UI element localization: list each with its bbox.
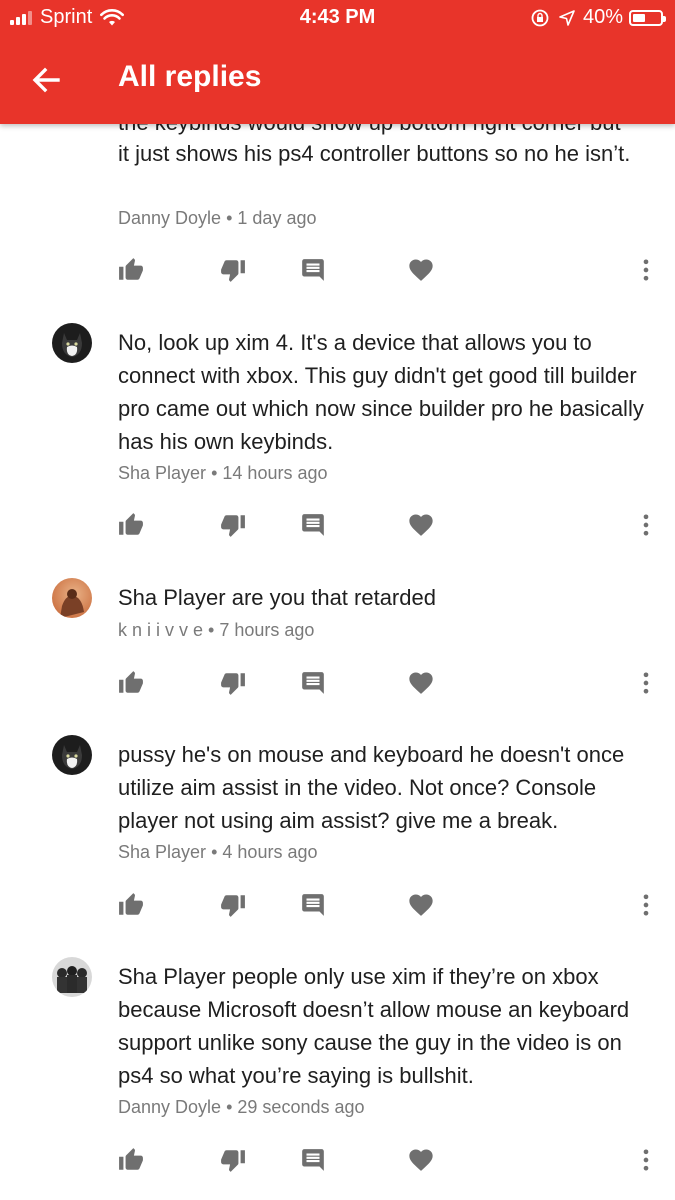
- reply-meta: k n i i v v e • 7 hours ago: [118, 620, 314, 641]
- reply-icon: [302, 672, 324, 694]
- thumb-up-icon: [119, 258, 143, 280]
- reply-button[interactable]: [298, 890, 328, 920]
- avatar[interactable]: [52, 735, 92, 775]
- like-button[interactable]: [116, 510, 146, 540]
- like-button[interactable]: [116, 1145, 146, 1175]
- reply-actions: [0, 668, 675, 698]
- reply-icon: [302, 259, 324, 281]
- reply-text: No, look up xim 4. It's a device that al…: [118, 330, 644, 454]
- more-options-button[interactable]: [631, 1145, 661, 1175]
- reply-button[interactable]: [298, 510, 328, 540]
- reply-time: 29 seconds ago: [237, 1097, 365, 1117]
- meta-separator: •: [226, 1097, 233, 1117]
- back-arrow-icon: [32, 67, 60, 93]
- reply-text: pussy he's on mouse and keyboard he does…: [118, 742, 625, 833]
- more-options-button[interactable]: [631, 510, 661, 540]
- meta-separator: •: [226, 208, 233, 228]
- more-options-button[interactable]: [631, 668, 661, 698]
- thumb-up-icon: [119, 671, 143, 693]
- reply-actions: [0, 510, 675, 540]
- reply-author[interactable]: Danny Doyle: [118, 208, 221, 228]
- avatar[interactable]: [52, 323, 92, 363]
- reply-time: 1 day ago: [237, 208, 317, 228]
- thumb-up-icon: [119, 1148, 143, 1170]
- reply-button[interactable]: [298, 668, 328, 698]
- reply-button[interactable]: [298, 255, 328, 285]
- reply-icon: [302, 1149, 324, 1171]
- thumb-up-icon: [119, 893, 143, 915]
- reply-button[interactable]: [298, 1145, 328, 1175]
- reply-time: 14 hours ago: [222, 463, 328, 483]
- reply-author[interactable]: Sha Player: [118, 463, 206, 483]
- like-button[interactable]: [116, 255, 146, 285]
- dislike-button[interactable]: [218, 668, 248, 698]
- back-button[interactable]: [26, 60, 66, 100]
- reply-time: 4 hours ago: [222, 842, 318, 862]
- reply-meta: Danny Doyle • 1 day ago: [118, 208, 316, 229]
- battery-percent: 40%: [582, 6, 623, 28]
- reply-actions: [0, 890, 675, 920]
- meta-separator: •: [211, 842, 218, 862]
- battery-icon: [629, 9, 666, 26]
- reply-actions: [0, 255, 675, 285]
- reply-author[interactable]: k n i i v v e: [118, 620, 203, 640]
- like-button[interactable]: [116, 890, 146, 920]
- reply-time: 7 hours ago: [219, 620, 315, 640]
- reply-author[interactable]: Danny Doyle: [118, 1097, 221, 1117]
- more-vert-icon: [643, 894, 649, 916]
- more-options-button[interactable]: [631, 255, 661, 285]
- dislike-button[interactable]: [218, 255, 248, 285]
- reply-text: it just shows his ps4 controller buttons…: [118, 141, 631, 166]
- heart-icon: [409, 672, 433, 694]
- reply-actions: [0, 1145, 675, 1175]
- status-bar: Sprint 4:43 PM 40%: [0, 0, 675, 36]
- heart-icon: [409, 514, 433, 536]
- rotation-lock-icon: [531, 9, 549, 26]
- more-vert-icon: [643, 259, 649, 281]
- thumb-up-icon: [119, 513, 143, 535]
- dislike-button[interactable]: [218, 890, 248, 920]
- page-title: All replies: [118, 60, 262, 93]
- thumb-down-icon: [221, 260, 245, 282]
- heart-button[interactable]: [406, 890, 436, 920]
- thumb-down-icon: [221, 1150, 245, 1172]
- more-vert-icon: [643, 1149, 649, 1171]
- dislike-button[interactable]: [218, 1145, 248, 1175]
- more-vert-icon: [643, 672, 649, 694]
- meta-separator: •: [208, 620, 215, 640]
- heart-icon: [409, 1149, 433, 1171]
- like-button[interactable]: [116, 668, 146, 698]
- heart-button[interactable]: [406, 510, 436, 540]
- reply-meta: Sha Player • 14 hours ago: [118, 463, 328, 484]
- more-vert-icon: [643, 514, 649, 536]
- reply-text: Sha Player people only use xim if they’r…: [118, 964, 630, 1088]
- dislike-button[interactable]: [218, 510, 248, 540]
- app-bar: Sprint 4:43 PM 40% All replies: [0, 0, 675, 124]
- thumb-down-icon: [221, 515, 245, 537]
- meta-separator: •: [211, 463, 218, 483]
- reply-author[interactable]: Sha Player: [118, 842, 206, 862]
- avatar[interactable]: [52, 578, 92, 618]
- heart-icon: [409, 259, 433, 281]
- location-arrow-icon: [559, 9, 575, 26]
- heart-icon: [409, 894, 433, 916]
- reply-meta: Sha Player • 4 hours ago: [118, 842, 317, 863]
- reply-icon: [302, 894, 324, 916]
- heart-button[interactable]: [406, 255, 436, 285]
- avatar[interactable]: [52, 957, 92, 997]
- heart-button[interactable]: [406, 1145, 436, 1175]
- reply-text: Sha Player are you that retarded: [118, 585, 436, 610]
- heart-button[interactable]: [406, 668, 436, 698]
- more-options-button[interactable]: [631, 890, 661, 920]
- reply-icon: [302, 514, 324, 536]
- reply-meta: Danny Doyle • 29 seconds ago: [118, 1097, 365, 1118]
- thumb-down-icon: [221, 673, 245, 695]
- thumb-down-icon: [221, 895, 245, 917]
